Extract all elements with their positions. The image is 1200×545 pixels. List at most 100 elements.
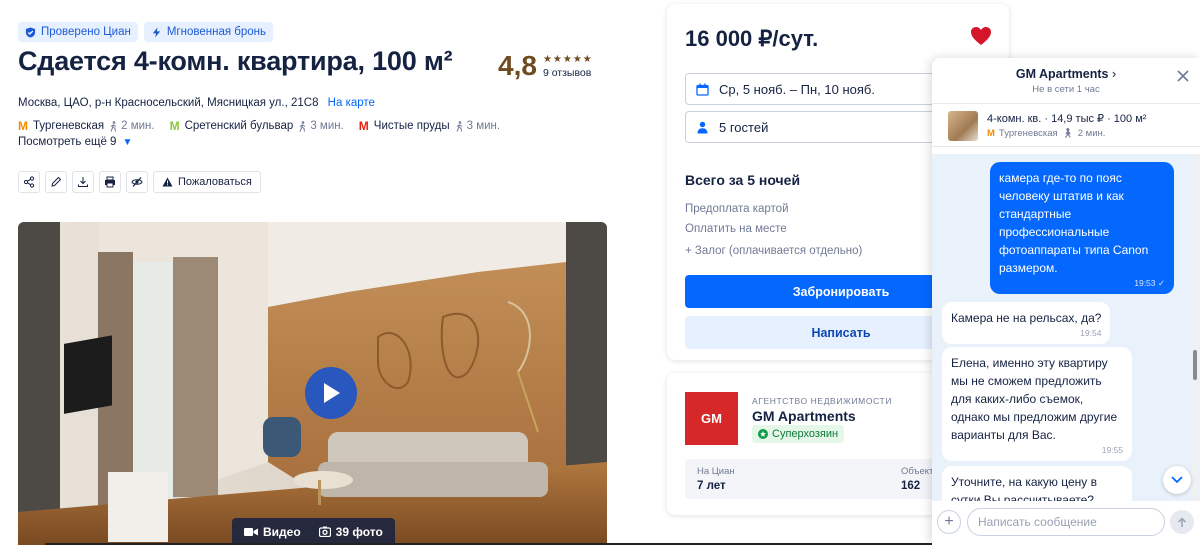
send-button[interactable] (1170, 510, 1194, 534)
photos-button[interactable]: 39 фото (318, 524, 383, 539)
metro-item[interactable]: M Тургеневская 2 мин. (18, 119, 155, 133)
video-button[interactable]: Видео (244, 525, 301, 539)
play-icon (324, 383, 340, 403)
chevron-down-icon: ▼ (122, 136, 133, 148)
rating-block[interactable]: 4,8 ★★★★★ 9 отзывов (498, 50, 593, 82)
dates-value: Ср, 5 нояб. – Пн, 10 нояб. (719, 81, 875, 97)
prepay-label: Предоплата картой (685, 203, 789, 215)
message-incoming: Камера не на рельсах, да? 19:54 (942, 302, 1111, 344)
price: 16 000 ₽/сут. (685, 26, 819, 51)
agency-logo-text: GM (701, 411, 722, 426)
chat-scrollbar[interactable] (1192, 154, 1198, 501)
chat-offer[interactable]: 4-комн. кв. · 14,9 тыс ₽ · 100 м² M Тург… (932, 103, 1200, 147)
address-text: Москва, ЦАО, р-н Красносельский, Мясницк… (18, 97, 319, 109)
verified-badge: Проверено Циан (18, 22, 138, 42)
badges: Проверено Циан Мгновенная бронь (18, 22, 273, 42)
video-label: Видео (263, 524, 301, 539)
metro-time: 3 мин. (310, 120, 344, 132)
chevron-down-icon (1171, 476, 1183, 484)
agency-name[interactable]: GM Apartments (752, 408, 856, 424)
instant-badge: Мгновенная бронь (143, 22, 273, 42)
walk-icon (110, 120, 117, 132)
download-button[interactable] (72, 171, 94, 193)
offer-thumbnail (948, 111, 978, 141)
scroll-down-button[interactable] (1163, 466, 1191, 494)
download-icon (78, 177, 88, 187)
message-time: 19:55 (1101, 445, 1123, 455)
calendar-icon (696, 83, 709, 96)
message-time: 19:54 (1080, 328, 1102, 338)
message-text: Уточните, на какую цену в сутки Вы рассч… (951, 475, 1097, 501)
photos-label: 39 фото (335, 524, 383, 539)
main-photo[interactable]: Видео 39 фото (18, 222, 607, 545)
verified-label: Проверено Циан (41, 26, 131, 38)
show-more-label: Посмотреть ещё 9 (18, 136, 117, 148)
chevron-right-icon: › (1111, 67, 1117, 81)
toolbar: Пожаловаться (18, 171, 261, 193)
star-rating-icon: ★★★★★ (542, 53, 593, 65)
lightning-icon (152, 26, 161, 38)
share-button[interactable] (18, 171, 40, 193)
share-icon (23, 176, 35, 188)
page-title: Сдается 4-комн. квартира, 100 м² (18, 46, 453, 76)
metro-name: Тургеневская (33, 120, 105, 132)
offer-title: 4-комн. кв. · 14,9 тыс ₽ · 100 м² (987, 113, 1147, 125)
chat-input-row: + (932, 505, 1200, 545)
arrow-up-icon (1177, 516, 1187, 527)
play-video-button[interactable] (305, 367, 357, 419)
message-text: Камера не на рельсах, да? (951, 311, 1102, 325)
metro-list: M Тургеневская 2 мин. M Сретенский бульв… (18, 119, 500, 133)
message-text: Елена, именно эту квартиру мы не сможем … (951, 356, 1118, 442)
star-badge-icon (758, 429, 768, 439)
pencil-icon (51, 176, 62, 187)
report-button[interactable]: Пожаловаться (153, 171, 261, 193)
rating-value: 4,8 (498, 50, 537, 81)
chat-panel: GM Apartments › Не в сети 1 час 4-комн. … (932, 58, 1200, 545)
chat-header: GM Apartments › Не в сети 1 час (932, 58, 1200, 98)
listing-page: Проверено Циан Мгновенная бронь Сдается … (0, 0, 1200, 545)
offer-metro-time: 2 мин. (1077, 128, 1106, 139)
close-icon[interactable] (1176, 69, 1190, 83)
chat-messages[interactable]: камера где-то по пояс человеку штатив и … (932, 154, 1200, 501)
print-button[interactable] (99, 171, 121, 193)
map-link[interactable]: На карте (328, 97, 375, 109)
address: Москва, ЦАО, р-н Красносельский, Мясницк… (18, 97, 375, 109)
shield-check-icon (25, 26, 36, 38)
metro-icon: M (18, 119, 28, 133)
metro-name: Чистые пруды (373, 120, 450, 132)
agency-type: АГЕНТСТВО НЕДВИЖИМОСТИ (752, 396, 893, 406)
person-icon (697, 121, 708, 133)
chat-contact-name[interactable]: GM Apartments › (932, 67, 1200, 81)
scrollbar-thumb[interactable] (1193, 350, 1197, 380)
message-input[interactable] (967, 508, 1165, 536)
heart-icon[interactable] (970, 26, 992, 46)
camera-icon (318, 526, 331, 537)
video-camera-icon (244, 527, 258, 536)
message-outgoing: камера где-то по пояс человеку штатив и … (990, 162, 1174, 294)
agency-logo[interactable]: GM (685, 392, 738, 445)
instant-label: Мгновенная бронь (166, 26, 266, 38)
metro-item[interactable]: M Чистые пруды 3 мин. (359, 119, 500, 133)
show-more-metro-button[interactable]: Посмотреть ещё 9 ▼ (18, 136, 132, 148)
metro-time: 2 мин. (121, 120, 155, 132)
stat-value: 7 лет (697, 480, 726, 492)
edit-note-button[interactable] (45, 171, 67, 193)
hide-button[interactable] (126, 171, 148, 193)
metro-item[interactable]: M Сретенский бульвар 3 мин. (170, 119, 344, 133)
metro-icon: M (358, 119, 369, 133)
walk-icon (299, 120, 306, 132)
offer-metro: M Тургеневская 🚶︎ 2 мин. (987, 128, 1105, 139)
attach-button[interactable]: + (937, 510, 961, 534)
reviews-count: 9 отзывов (542, 66, 592, 79)
total-label: Всего за 5 ночей (685, 172, 801, 188)
message-incoming: Уточните, на какую цену в сутки Вы рассч… (942, 466, 1132, 501)
warning-icon (162, 177, 173, 187)
plus-icon: + (944, 513, 954, 530)
stat-value: 162 (901, 480, 921, 492)
printer-icon (105, 176, 115, 188)
media-bar: Видео 39 фото (232, 518, 395, 545)
chat-status: Не в сети 1 час (1032, 84, 1100, 95)
guests-value: 5 гостей (719, 119, 769, 135)
metro-icon: M (169, 119, 180, 133)
message-text: камера где-то по пояс человеку штатив и … (999, 171, 1149, 275)
